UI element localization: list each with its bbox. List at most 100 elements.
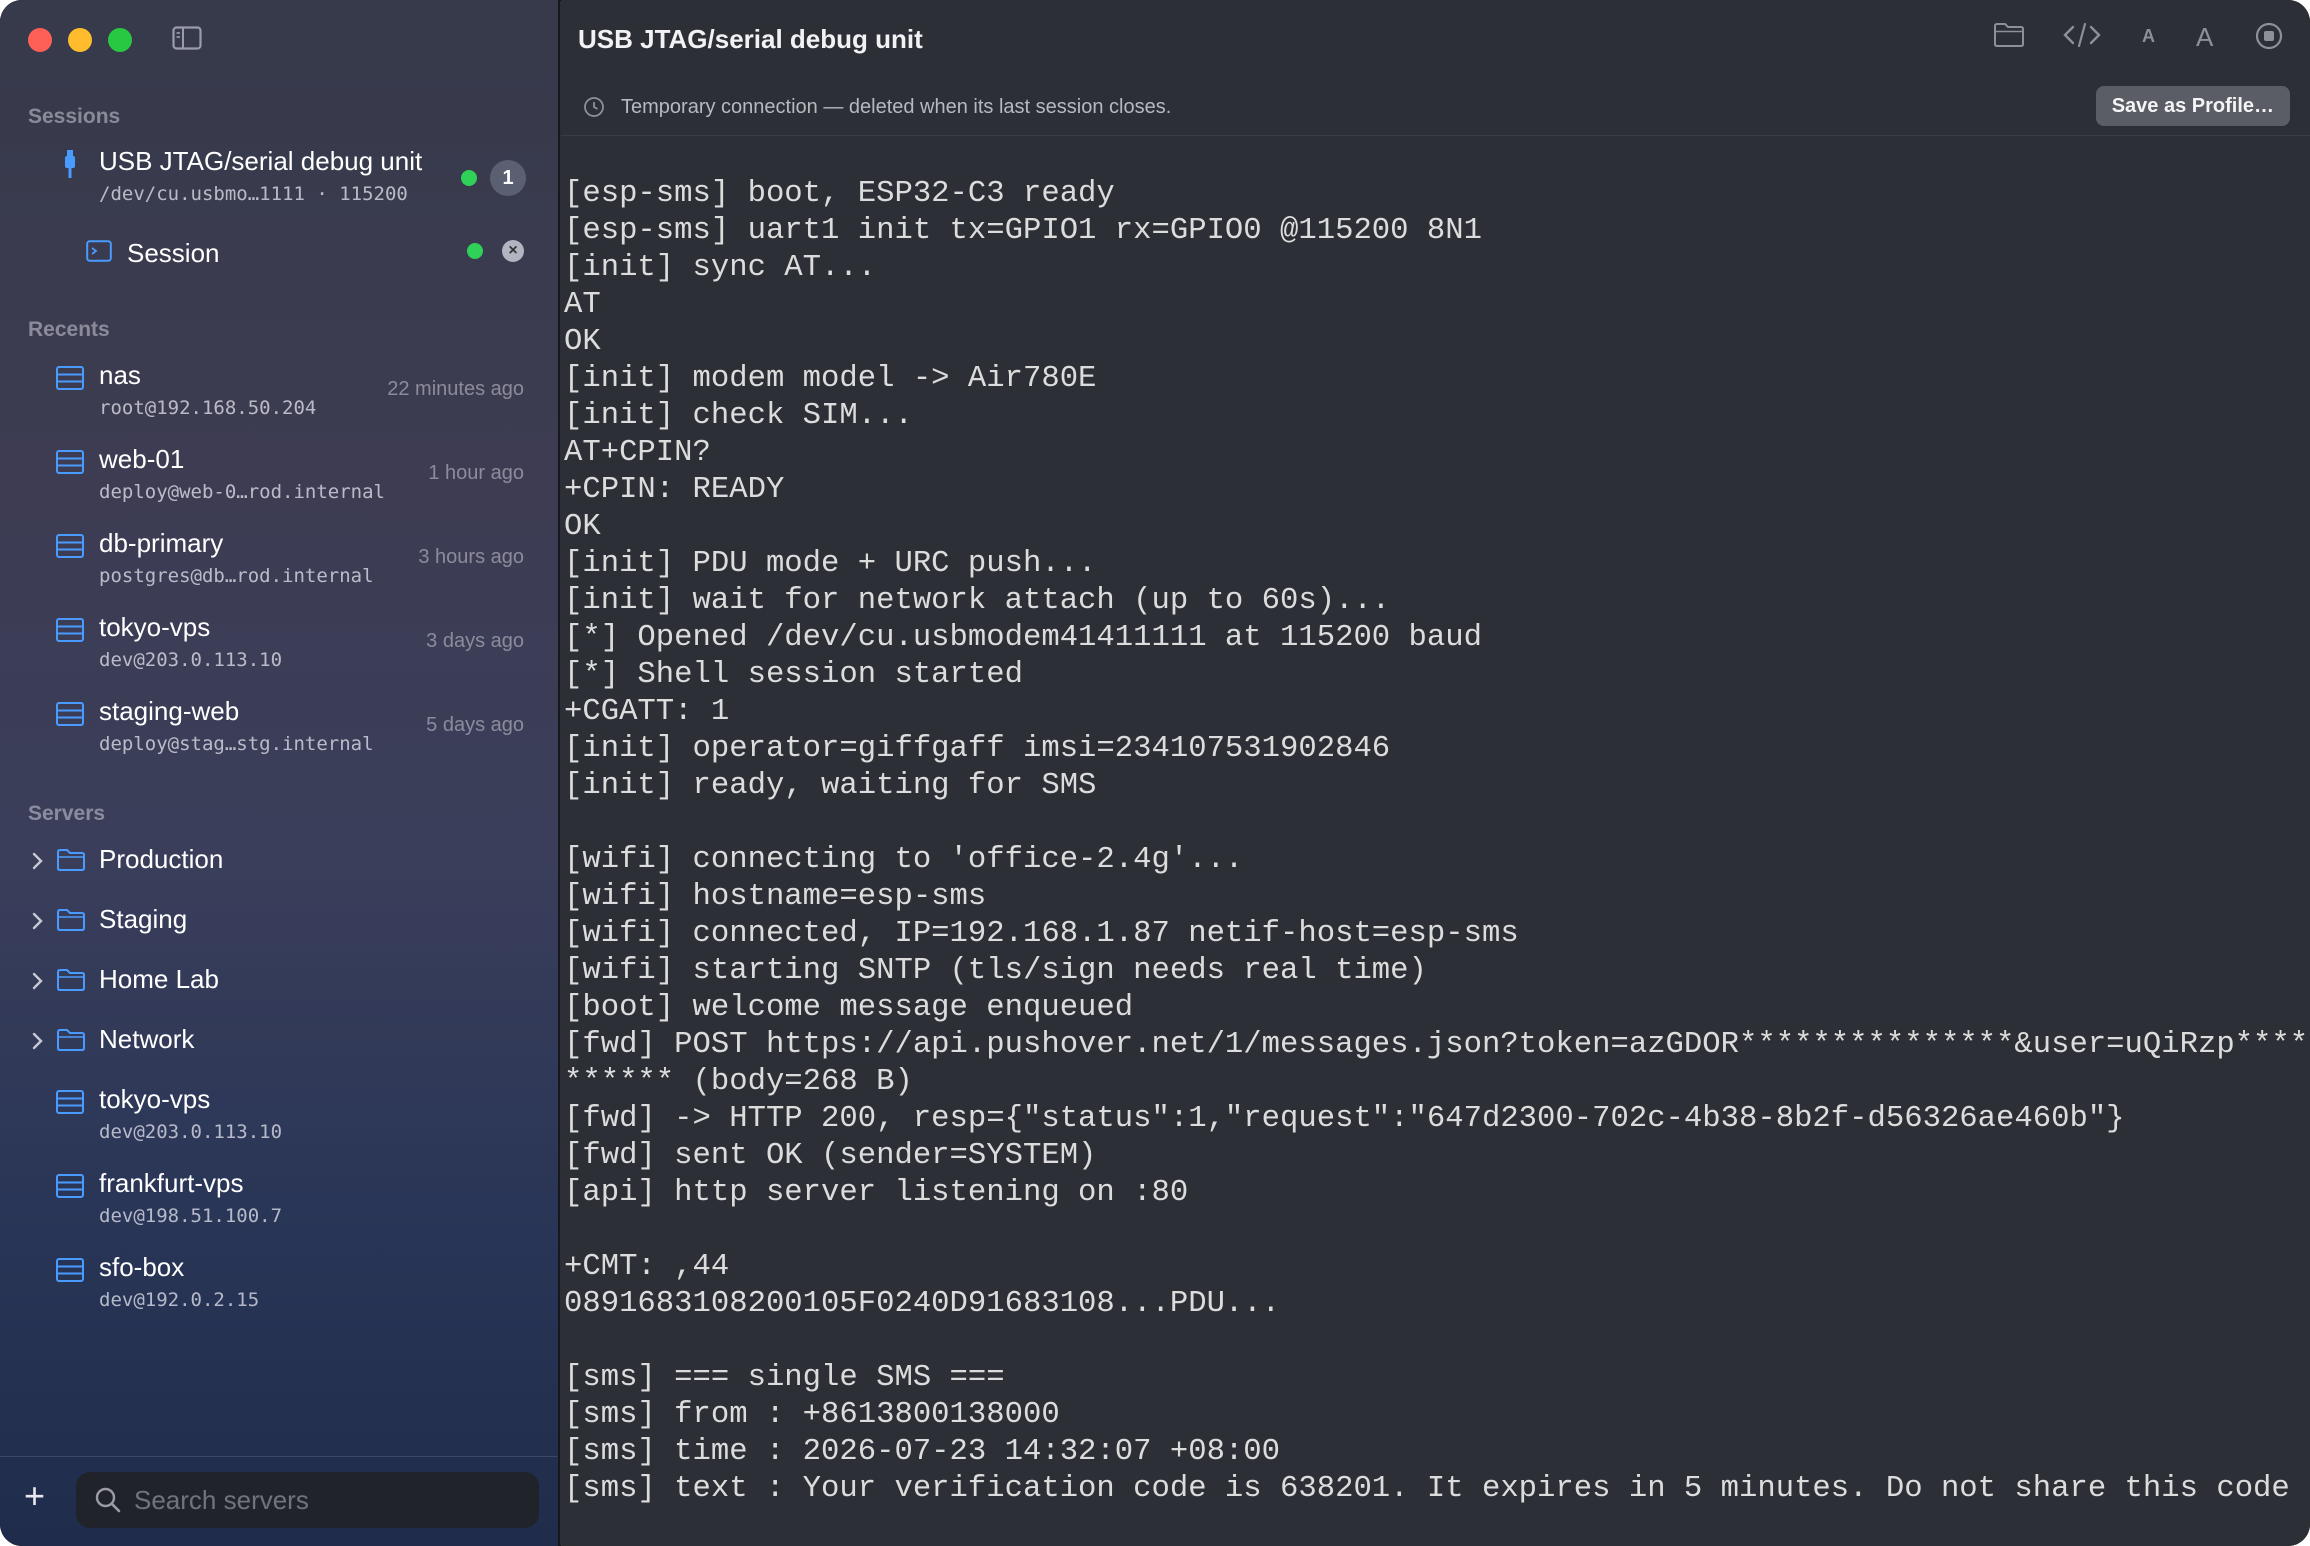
close-session-icon[interactable]: × [502, 240, 524, 262]
terminal-line: OK [564, 325, 601, 359]
font-larger-icon[interactable]: A [2196, 22, 2213, 53]
server-icon [56, 1090, 84, 1114]
server-item[interactable]: sfo-box dev@192.0.2.15 [0, 1252, 558, 1332]
folder-row[interactable]: Production [0, 838, 558, 888]
app-window: Sessions USB JTAG/serial debug unit /dev… [0, 0, 2310, 1546]
folder-icon [57, 849, 85, 871]
terminal-line: [wifi] connecting to 'office-2.4g'... [564, 843, 1244, 877]
folder-icon[interactable] [1993, 22, 2025, 48]
recent-name: tokyo-vps [99, 612, 211, 642]
usb-plug-icon [65, 150, 75, 178]
recent-item[interactable]: db-primary postgres@db…rod.internal 3 ho… [0, 528, 558, 608]
recent-time: 1 hour ago [428, 462, 524, 484]
active-session-device: /dev/cu.usbmo…1111 · 115200 [99, 183, 408, 205]
server-icon [56, 450, 84, 474]
session-label: Session [127, 238, 220, 268]
folder-icon [57, 1029, 85, 1051]
recent-item[interactable]: nas root@192.168.50.204 22 minutes ago [0, 360, 558, 440]
folder-row[interactable]: Staging [0, 898, 558, 948]
recent-host: root@192.168.50.204 [99, 397, 317, 419]
terminal-line: [*] Shell session started [564, 658, 1023, 692]
servers-heading: Servers [28, 802, 106, 825]
recent-name: nas [99, 360, 141, 390]
font-smaller-icon[interactable]: A [2142, 26, 2155, 47]
recent-time: 3 hours ago [418, 546, 524, 568]
chevron-right-icon[interactable] [30, 910, 46, 932]
minimize-window-button[interactable] [68, 28, 92, 52]
terminal-line: [sms] time : 2026-07-23 14:32:07 +08:00 [564, 1435, 1281, 1469]
folder-name: Home Lab [99, 964, 219, 994]
close-window-button[interactable] [28, 28, 52, 52]
terminal-line: 0891683108200105F0240D91683108...PDU... [564, 1287, 1281, 1321]
chevron-right-icon[interactable] [30, 850, 46, 872]
server-icon [56, 702, 84, 726]
server-name: frankfurt-vps [99, 1168, 244, 1198]
save-as-profile-button[interactable]: Save as Profile… [2095, 86, 2290, 126]
server-icon [56, 534, 84, 558]
server-name: tokyo-vps [99, 1084, 211, 1114]
terminal-line: [init] check SIM... [564, 399, 913, 433]
recent-time: 5 days ago [426, 714, 524, 736]
recent-item[interactable]: staging-web deploy@stag…stg.internal 5 d… [0, 696, 558, 776]
server-icon [56, 1258, 84, 1282]
server-item[interactable]: frankfurt-vps dev@198.51.100.7 [0, 1168, 558, 1248]
terminal-line: [init] wait for network attach (up to 60… [564, 584, 1391, 618]
recent-host: dev@203.0.113.10 [99, 649, 283, 671]
window-controls [28, 28, 132, 52]
sidebar: Sessions USB JTAG/serial debug unit /dev… [0, 0, 560, 1546]
title-bar: USB JTAG/serial debug unit A A [561, 0, 2310, 80]
chevron-right-icon[interactable] [30, 1030, 46, 1052]
folder-icon [57, 969, 85, 991]
terminal-line: OK [564, 510, 601, 544]
recent-item[interactable]: tokyo-vps dev@203.0.113.10 3 days ago [0, 612, 558, 692]
terminal-line: [wifi] starting SNTP (tls/sign needs rea… [564, 954, 1427, 988]
main-pane: USB JTAG/serial debug unit A A Temporary… [561, 0, 2310, 1546]
terminal-line: [fwd] sent OK (sender=SYSTEM) [564, 1139, 1097, 1173]
active-session-row[interactable]: USB JTAG/serial debug unit /dev/cu.usbmo… [0, 144, 560, 214]
recent-host: deploy@web-0…rod.internal [99, 481, 385, 503]
terminal-line: [init] ready, waiting for SMS [564, 769, 1097, 803]
chevron-right-icon[interactable] [30, 970, 46, 992]
folder-row[interactable]: Home Lab [0, 958, 558, 1008]
server-host: dev@192.0.2.15 [99, 1289, 260, 1311]
add-server-button[interactable]: + [24, 1478, 58, 1515]
terminal-line: [sms] === single SMS === [564, 1361, 1005, 1395]
server-name: sfo-box [99, 1252, 185, 1282]
terminal-line: [esp-sms] uart1 init tx=GPIO1 rx=GPIO0 @… [564, 214, 1482, 248]
recent-host: postgres@db…rod.internal [99, 565, 374, 587]
server-item[interactable]: tokyo-vps dev@203.0.113.10 [0, 1084, 558, 1164]
terminal-line: [wifi] connected, IP=192.168.1.87 netif-… [564, 917, 1519, 951]
search-field[interactable] [76, 1472, 539, 1528]
code-icon[interactable] [2063, 22, 2101, 48]
terminal-line: [boot] welcome message enqueued [564, 991, 1134, 1025]
server-icon [56, 366, 84, 390]
terminal-line: [*] Opened /dev/cu.usbmodem41411111 at 1… [564, 621, 1482, 655]
folder-name: Production [99, 844, 224, 874]
terminal-line: ****** (body=268 B) [564, 1065, 913, 1099]
recent-time: 22 minutes ago [387, 378, 524, 400]
terminal-line: [sms] text : Your verification code is 6… [564, 1472, 2308, 1506]
search-input[interactable] [134, 1480, 524, 1520]
folder-icon [57, 909, 85, 931]
terminal-line: [init] operator=giffgaff imsi=2341075319… [564, 732, 1391, 766]
terminal-line: [wifi] hostname=esp-sms [564, 880, 987, 914]
folder-row[interactable]: Network [0, 1018, 558, 1068]
sidebar-toggle-icon[interactable] [172, 26, 202, 50]
zoom-window-button[interactable] [108, 28, 132, 52]
session-child-row[interactable]: Session × [0, 230, 560, 274]
server-host: dev@203.0.113.10 [99, 1121, 283, 1143]
recent-host: deploy@stag…stg.internal [99, 733, 374, 755]
terminal-line: [fwd] -> HTTP 200, resp={"status":1,"req… [564, 1102, 2125, 1136]
terminal-output[interactable]: [esp-sms] boot, ESP32-C3 ready [esp-sms] … [564, 176, 2308, 1546]
server-icon [56, 618, 84, 642]
search-icon [95, 1487, 121, 1513]
clock-icon [584, 97, 604, 117]
terminal-line: +CMT: ,44 [564, 1250, 730, 1284]
recent-item[interactable]: web-01 deploy@web-0…rod.internal 1 hour … [0, 444, 558, 524]
window-title: USB JTAG/serial debug unit [578, 24, 923, 54]
terminal-line: AT [564, 288, 601, 322]
record-icon[interactable] [2255, 22, 2283, 50]
